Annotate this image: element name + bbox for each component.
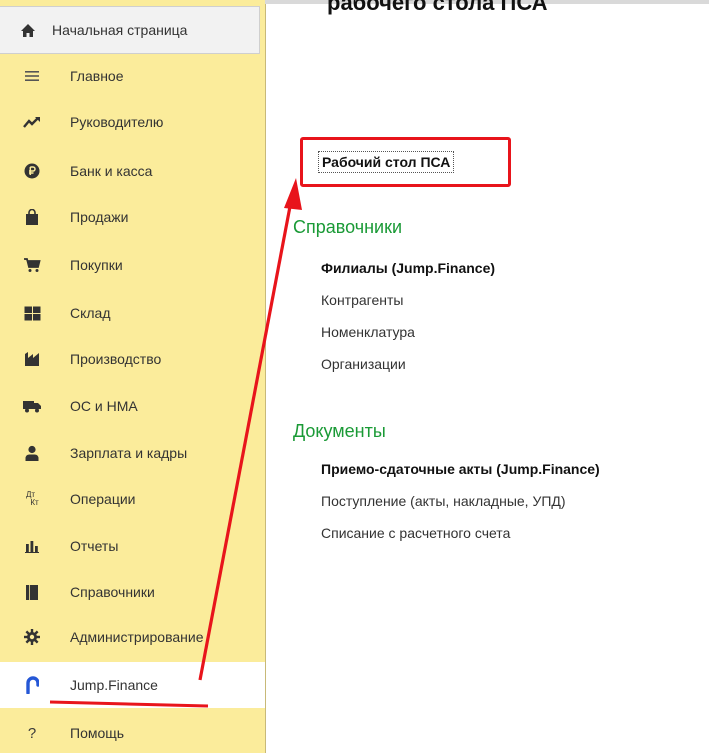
sidebar-item-label: Продажи — [70, 209, 129, 225]
debit-credit-icon: Дт Кт — [21, 491, 43, 507]
link-acceptance-acts[interactable]: Приемо-сдаточные акты (Jump.Finance) — [321, 461, 600, 477]
link-receipts[interactable]: Поступление (акты, накладные, УПД) — [321, 493, 566, 509]
link-organizations[interactable]: Организации — [321, 356, 406, 372]
sidebar-item-warehouse[interactable]: Склад — [0, 290, 265, 336]
sidebar-item-label: Производство — [70, 351, 162, 367]
sidebar: Начальная страница Главное Руководителю … — [0, 0, 266, 753]
annotation-highlight-box — [300, 137, 511, 187]
sidebar-item-label: Отчеты — [70, 538, 119, 554]
sidebar-item-label: Склад — [70, 305, 111, 321]
section-title-directories: Справочники — [293, 217, 403, 237]
sidebar-item-label: Главное — [70, 68, 124, 84]
link-counterparties[interactable]: Контрагенты — [321, 292, 403, 308]
sidebar-home-item[interactable]: Начальная страница — [0, 6, 260, 54]
ruble-coin-icon — [21, 163, 43, 179]
sidebar-item-label: Банк и касса — [70, 163, 153, 179]
sidebar-item-label: Покупки — [70, 257, 123, 273]
home-icon — [18, 23, 38, 38]
sidebar-item-jump-finance[interactable]: Jump.Finance — [0, 662, 265, 708]
sidebar-item-sales[interactable]: Продажи — [0, 194, 265, 240]
sidebar-item-production[interactable]: Производство — [0, 336, 265, 382]
shopping-cart-icon — [21, 257, 43, 273]
link-bank-writeoff[interactable]: Списание с расчетного счета — [321, 525, 510, 541]
sidebar-home-label: Начальная страница — [52, 22, 188, 38]
sidebar-item-purchases[interactable]: Покупки — [0, 242, 265, 288]
sidebar-item-fixed-assets[interactable]: ОС и НМА — [0, 383, 265, 429]
sidebar-item-directories[interactable]: Справочники — [0, 569, 265, 615]
sidebar-item-label: Руководителю — [70, 114, 164, 130]
page-header-partial: рабочего стола ПСА — [327, 0, 548, 15]
shopping-bag-icon — [21, 208, 43, 226]
sidebar-item-operations[interactable]: Дт Кт Операции — [0, 476, 265, 522]
person-icon — [21, 445, 43, 461]
sidebar-item-bank[interactable]: Банк и касса — [0, 148, 265, 194]
link-branches[interactable]: Филиалы (Jump.Finance) — [321, 260, 495, 276]
sidebar-item-administration[interactable]: Администрирование — [0, 614, 265, 660]
warehouse-grid-icon — [21, 306, 43, 321]
question-icon: ? — [21, 725, 43, 742]
credit-label: Кт — [30, 498, 39, 507]
sidebar-item-label: Зарплата и кадры — [70, 445, 188, 461]
link-nomenclature[interactable]: Номенклатура — [321, 324, 415, 340]
bar-chart-icon — [21, 539, 43, 553]
sidebar-item-help[interactable]: ? Помощь — [0, 710, 265, 756]
sidebar-item-label: Операции — [70, 491, 136, 507]
sidebar-item-reports[interactable]: Отчеты — [0, 523, 265, 569]
menu-lines-icon — [21, 69, 43, 83]
book-icon — [21, 584, 43, 601]
sidebar-item-label: Jump.Finance — [70, 677, 158, 693]
sidebar-item-label: Справочники — [70, 584, 155, 600]
sidebar-item-label: ОС и НМА — [70, 398, 138, 414]
truck-icon — [21, 399, 43, 413]
sidebar-item-salary[interactable]: Зарплата и кадры — [0, 430, 265, 476]
question-glyph: ? — [27, 724, 37, 742]
trend-chart-icon — [21, 115, 43, 129]
sidebar-item-label: Администрирование — [70, 629, 204, 645]
sidebar-item-main[interactable]: Главное — [0, 53, 265, 99]
gear-icon — [21, 629, 43, 645]
factory-icon — [21, 351, 43, 367]
jump-finance-logo-icon — [21, 676, 43, 694]
section-title-documents: Документы — [293, 421, 386, 441]
sidebar-item-label: Помощь — [70, 725, 125, 741]
sidebar-item-manager[interactable]: Руководителю — [0, 99, 265, 145]
